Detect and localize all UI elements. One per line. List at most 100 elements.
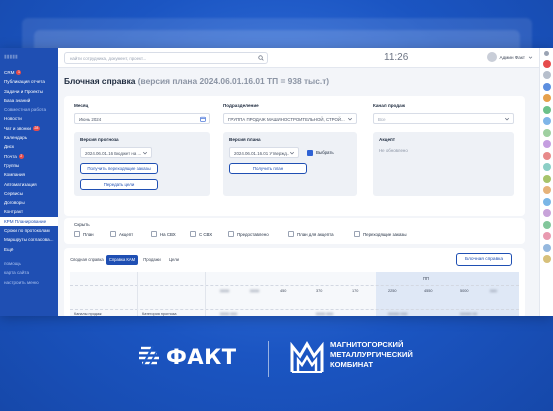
tab-targets[interactable]: Цели [166,255,182,265]
hide-svh-in-label: На СВХ [160,231,176,237]
sidebar-item-tasks[interactable]: Задачи и Проекты [0,87,58,96]
hide-svh-in-checkbox[interactable] [151,231,157,237]
table-cell: 5000 [460,289,469,293]
rail-menu-icon[interactable] [544,51,549,56]
sidebar-item-contracts[interactable]: Договоры [0,198,58,207]
hide-plan-for-accept-label: План для акцепта [297,231,334,237]
tab-summary[interactable]: Сводная справка [70,255,104,265]
rail-contact-avatar[interactable] [542,140,551,148]
rail-contact-avatar[interactable] [542,94,551,102]
sidebar-badge: 1 [16,70,22,75]
calendar-icon[interactable] [200,116,206,122]
rail-contact-avatar[interactable] [542,255,551,263]
forecast-version-select[interactable]: 2024.06.01.16 Бюджет на ... [80,147,152,158]
rail-contact-avatar[interactable] [542,151,551,160]
accept-panel: Акцепт Не обновлено [373,132,514,196]
sidebar-item-more[interactable]: Ещё [0,245,58,254]
rail-contact-avatar[interactable] [542,209,551,217]
hide-provided-checkbox[interactable] [228,231,234,237]
fakt-logo-text: ФАКТ [166,345,237,369]
month-value: Июнь 2024 [79,116,102,122]
rail-contact-avatar[interactable] [542,105,551,114]
sidebar-item-services[interactable]: Сервисы [0,189,58,198]
page-title: Блочная справка (версия плана 2024.06.01… [64,76,533,88]
rail-contact-avatar[interactable] [542,186,551,194]
rail-contact-avatar[interactable] [542,243,551,252]
search-input[interactable]: найти сотрудника, документ, проект... [64,52,268,64]
sidebar-item-knowledge[interactable]: База знаний [0,96,58,105]
hide-plan-checkbox[interactable] [74,231,80,237]
hide-svh-out-label: С СВХ [199,231,213,237]
division-select[interactable]: ГРУППА ПРОДАЖ МАШИНОСТРОИТЕЛЬНОЙ, СТРОЙ.… [223,113,357,124]
sidebar-item-mail[interactable]: Почта 2 [0,152,58,161]
sidebar-item-contract[interactable]: Контракт [0,207,58,216]
sidebar-item-label: Ещё [4,246,14,252]
sidebar-item-groups[interactable]: Группы [0,161,58,170]
sidebar-item-calendar[interactable]: Календарь [0,133,58,142]
get-transfer-orders-button[interactable]: Получить переходящие заказы [80,163,158,174]
table-cell: 4550 [424,289,433,293]
sidebar-item-disk[interactable]: Диск [0,142,58,151]
chevron-down-icon [289,150,295,156]
sidebar-item-label: Компания [4,172,26,178]
rail-contact-avatar[interactable] [542,220,551,229]
filters-card: Месяц Июнь 2024 Подразделение ГРУППА ПРО… [64,96,525,216]
plan-version-value: 2024.06.01.16.01 Утвержд... [234,150,291,156]
hide-accept-checkbox[interactable] [110,231,116,237]
mmk-line-1: МАГНИТОГОРСКИЙ [330,340,404,349]
rail-contact-avatar[interactable] [542,163,551,171]
sidebar-item-label: CRM [4,70,15,75]
sidebar-item-sitemap[interactable]: карта сайта [0,268,58,277]
rail-notification-icon[interactable] [542,59,551,68]
hide-options-card: Скрыть План Акцепт На СВХ С СВХ Предоста… [64,218,525,244]
rail-contact-avatar[interactable] [542,117,551,125]
rail-contact-avatar[interactable] [542,128,551,137]
sidebar-item-label: КРМ Планирование [4,218,47,224]
month-label: Месяц [74,103,89,108]
hide-plan-for-accept-checkbox[interactable] [288,231,294,237]
sidebar-item-krm-planning[interactable]: КРМ Планирование [0,216,58,227]
sidebar-item-help[interactable]: помощь [0,259,58,268]
tab-sales[interactable]: Продажи [140,255,164,265]
transfer-targets-button[interactable]: Передать цели [80,179,158,190]
hide-transfer-orders-checkbox[interactable] [354,231,360,237]
sidebar-section-collab[interactable]: Совместная работа [0,105,58,114]
sidebar-item-automation[interactable]: Автоматизация [0,180,58,189]
sidebar-item-chat[interactable]: Чат и звонки 28 [0,124,58,133]
sidebar-item-routes[interactable]: Маршруты согласова... [0,235,58,244]
channel-select[interactable]: Все [373,113,514,124]
avatar [486,52,497,62]
rail-chat-icon[interactable] [542,82,551,91]
sidebar-item-label: карта сайта [4,270,30,276]
select-plan-checkbox[interactable] [307,149,313,156]
sidebar-item-crm[interactable]: CRM 1 [0,68,58,77]
main-content: Блочная справка (версия плана 2024.06.01… [58,68,539,316]
hide-svh-out-checkbox[interactable] [190,231,196,237]
rail-search-icon[interactable] [542,71,551,79]
user-menu[interactable]: Админ Факт [486,52,534,62]
search-icon[interactable] [258,55,264,61]
tab-kam-report[interactable]: Справка КАМ [106,255,138,265]
rail-contact-avatar[interactable] [542,197,551,206]
forecast-label: Версия прогноза [80,137,119,142]
sidebar-item-label: Совместная работа [4,107,47,113]
sidebar-item-configure-menu[interactable]: настроить меню [0,278,58,287]
sidebar-item-publication[interactable]: Публикация отчета [0,77,58,86]
sidebar-item-label: Договоры [4,200,25,206]
rail-contact-avatar[interactable] [542,232,551,240]
sidebar-item-news[interactable]: Новости [0,114,58,123]
chevron-down-icon [142,150,148,156]
table-cell: 170 [352,289,359,293]
block-report-button[interactable]: Блочная справка [456,253,512,266]
sidebar-item-label: Задачи и Проекты [4,88,43,94]
month-field[interactable]: Июнь 2024 [74,113,210,124]
get-plan-button[interactable]: Получить план [229,163,307,174]
rail-contact-avatar[interactable] [542,174,551,183]
sidebar-item-company[interactable]: Компания [0,170,58,179]
sidebar-item-label: Диск [4,144,14,150]
hide-accept-label: Акцепт [119,231,134,237]
table-col-divider [205,272,206,316]
sidebar-item-label: Сроки по протоколам [4,228,50,234]
plan-version-select[interactable]: 2024.06.01.16.01 Утвержд... [229,147,299,158]
sidebar-item-deadlines[interactable]: Сроки по протоколам [0,226,58,235]
